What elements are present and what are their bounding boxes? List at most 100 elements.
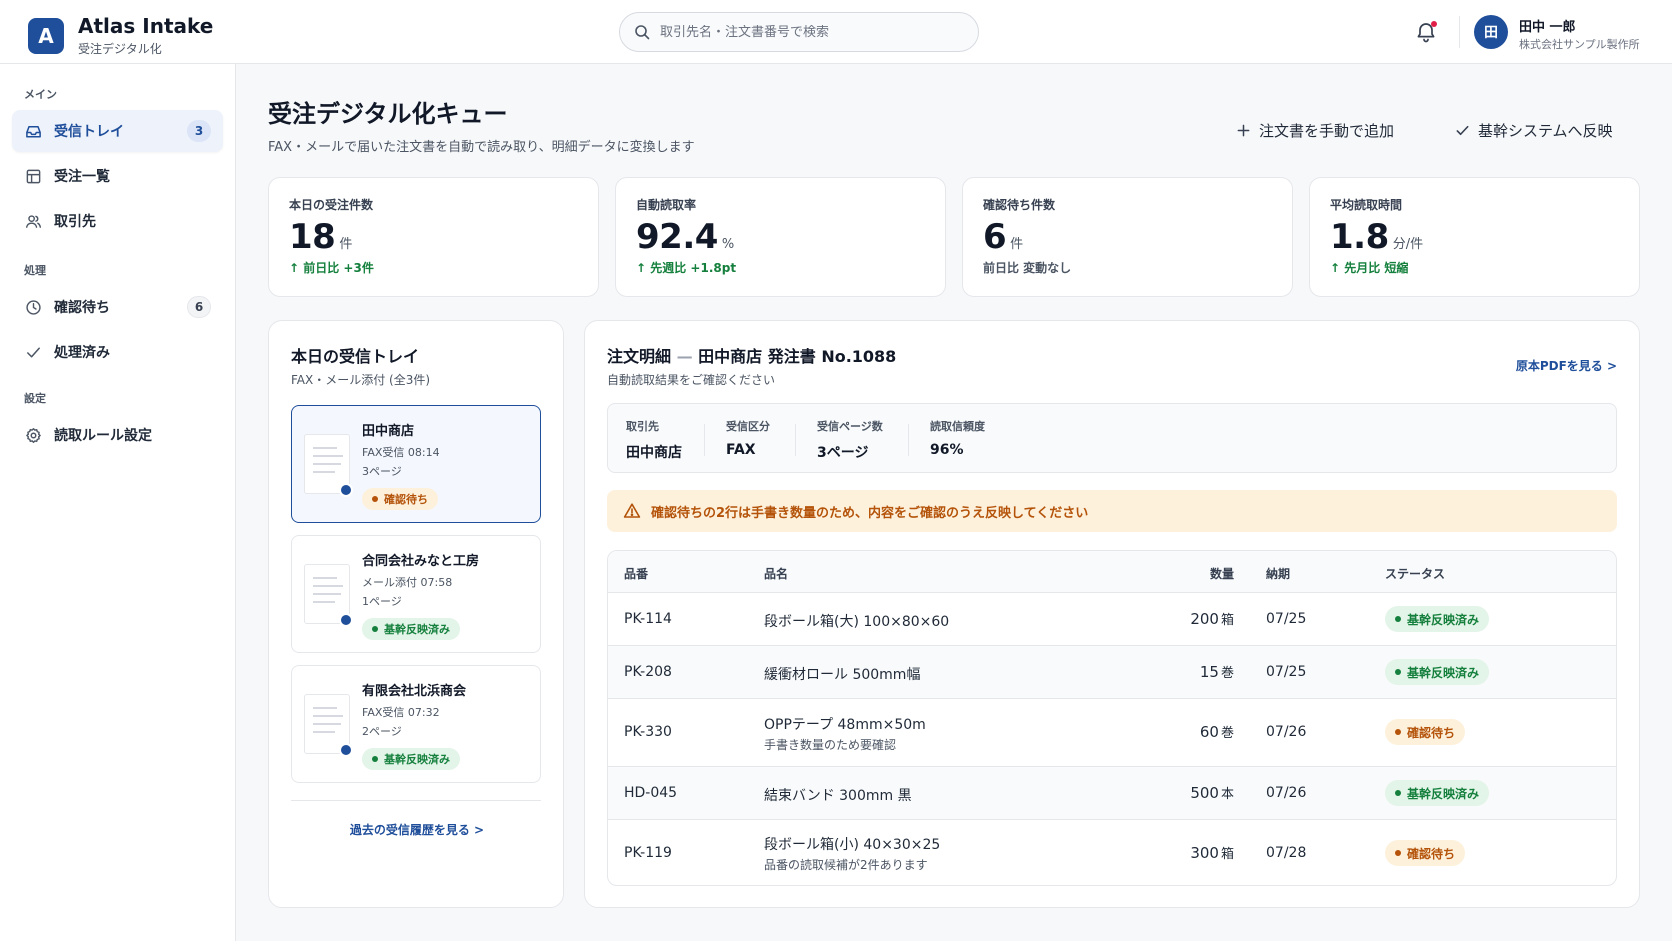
cell-name: 結束バンド 300mm 黒: [764, 788, 912, 804]
search-icon: [635, 25, 650, 40]
cell-due: 07/26: [1266, 724, 1307, 740]
inbox-source: メール添付 07:58: [362, 576, 453, 589]
inbox-sender: 合同会社みなと工房: [362, 554, 480, 569]
view-pdf-link[interactable]: 原本PDFを見る >: [1516, 357, 1617, 374]
sidebar-item-label: 受注一覧: [54, 169, 110, 185]
cell-name: 段ボール箱(小) 40×30×25 品番の読取候補が2件あります: [764, 837, 941, 872]
user-info[interactable]: 田中 一郎 株式会社サンプル製作所: [1519, 16, 1640, 52]
inbox-item[interactable]: 合同会社みなと工房 メール添付 07:58 1ページ 基幹反映済み: [291, 535, 541, 653]
cell-code: PK-119: [624, 845, 672, 861]
kpi-label: 確認待ち件数: [983, 198, 1056, 212]
sidebar-item-inbox[interactable]: 受信トレイ 3: [12, 110, 223, 152]
status-badge: 確認待ち: [1385, 840, 1466, 866]
sidebar-item-rules[interactable]: 読取ルール設定: [12, 414, 223, 456]
fax-icon: [339, 483, 353, 497]
nav-section-main: メイン: [24, 88, 57, 101]
cell-qty: 300 箱: [1190, 844, 1234, 862]
table-row[interactable]: PK-119 段ボール箱(小) 40×30×25 品番の読取候補が2件あります 3…: [608, 820, 1616, 885]
page-title: 受注デジタル化キュー: [268, 100, 508, 128]
cell-code: PK-330: [624, 724, 672, 740]
cell-due: 07/26: [1266, 785, 1307, 801]
summary-client: 取引先 田中商店: [626, 420, 682, 461]
brand[interactable]: A Atlas Intake 受注デジタル化: [28, 14, 213, 57]
status-badge: 基幹反映済み: [1385, 606, 1490, 632]
inbox-source: FAX受信 08:14: [362, 446, 440, 459]
kpi-unit: 分/件: [1392, 237, 1424, 252]
kpi-delta: ↑ 前日比 +3件: [289, 261, 374, 275]
cell-name: 緩衝材ロール 500mm幅: [764, 667, 921, 683]
sidebar-item-label: 処理済み: [54, 345, 110, 361]
check-icon: [27, 346, 40, 358]
kpi-delta: ↑ 先月比 短縮: [1330, 261, 1409, 275]
cell-qty: 500 本: [1190, 784, 1234, 802]
cell-due: 07/25: [1266, 611, 1307, 627]
inbox-pages: 2ページ: [362, 725, 402, 738]
search-input[interactable]: [660, 24, 960, 40]
table-row[interactable]: PK-330 OPPテープ 48mm×50m 手書き数量のため要確認 60 巻 07…: [608, 699, 1616, 767]
cell-code: PK-208: [624, 664, 672, 680]
summary-pages: 受信ページ数 3ページ: [817, 420, 883, 461]
inbox-title: 本日の受信トレイ: [291, 347, 420, 366]
status-badge: 確認待ち: [362, 488, 438, 510]
nav-section-process: 処理: [24, 264, 46, 277]
kpi-delta: 前日比 変動なし: [983, 261, 1072, 275]
sidebar-item-label: 取引先: [54, 214, 96, 230]
cell-due: 07/28: [1266, 845, 1307, 861]
kpi-value: 1.8: [1330, 217, 1389, 257]
sidebar-item-done[interactable]: 処理済み: [12, 331, 223, 373]
kpi-value: 18: [289, 217, 336, 257]
sidebar: メイン 受信トレイ 3 受注一覧 取引先 処理 確認待ち 6 処理済み 設定 読…: [0, 64, 236, 941]
col-due: 納期: [1266, 567, 1291, 581]
users-icon: [25, 214, 42, 228]
row-note: 品番の読取候補が2件あります: [764, 858, 928, 872]
sidebar-item-label: 受信トレイ: [54, 124, 124, 140]
notification-button[interactable]: [1414, 20, 1438, 44]
row-note: 手書き数量のため要確認: [764, 738, 897, 752]
avatar[interactable]: 田: [1474, 15, 1508, 49]
summary-confidence: 読取信頼度 96%: [930, 420, 985, 458]
inbox-item[interactable]: 田中商店 FAX受信 08:14 3ページ 確認待ち: [291, 405, 541, 523]
sync-erp-button[interactable]: 基幹システムへ反映: [1455, 120, 1613, 141]
kpi-card-auto-read-rate: 自動読取率 92.4% ↑ 先週比 +1.8pt: [615, 177, 946, 297]
col-name: 品名: [764, 567, 789, 581]
table-row[interactable]: PK-208 緩衝材ロール 500mm幅 15 巻 07/25 基幹反映済み: [608, 646, 1616, 699]
document-thumbnail: [304, 434, 353, 497]
col-qty: 数量: [1209, 567, 1234, 581]
detail-title: 注文明細 — 田中商店 発注書 No.1088: [607, 347, 897, 366]
top-bar: A Atlas Intake 受注デジタル化 田 田中 一郎 株式会社サンプル製…: [0, 0, 1672, 64]
order-lines-table: 品番 品名 数量 納期 ステータス PK-114 段ボール箱(大) 100×80…: [607, 550, 1617, 886]
status-badge: 基幹反映済み: [1385, 780, 1490, 806]
sidebar-item-pending[interactable]: 確認待ち 6: [12, 286, 223, 328]
gear-icon: [26, 427, 41, 443]
plus-icon: [1237, 124, 1250, 137]
add-order-label: 注文書を手動で追加: [1259, 122, 1395, 140]
kpi-value: 6: [983, 217, 1007, 257]
check-icon: [1456, 125, 1469, 136]
mail-icon: [339, 613, 353, 627]
search-box[interactable]: [619, 12, 979, 52]
status-badge: 基幹反映済み: [362, 618, 460, 640]
status-badge: 基幹反映済み: [362, 748, 460, 770]
table-row[interactable]: HD-045 結束バンド 300mm 黒 500 本 07/26 基幹反映済み: [608, 767, 1616, 820]
notification-dot: [1431, 21, 1437, 27]
kpi-card-orders: 本日の受注件数 18 件 ↑ 前日比 +3件: [268, 177, 599, 297]
sidebar-item-clients[interactable]: 取引先: [12, 200, 223, 242]
inbox-divider: [291, 800, 541, 801]
col-status: ステータス: [1385, 567, 1446, 581]
summary-channel: 受信区分 FAX: [726, 420, 770, 458]
inbox-item[interactable]: 有限会社北浜商会 FAX受信 07:32 2ページ 基幹反映済み: [291, 665, 541, 783]
user-org: 株式会社サンプル製作所: [1519, 38, 1640, 51]
warning-icon: [623, 503, 641, 518]
add-order-button[interactable]: 注文書を手動で追加: [1236, 120, 1394, 141]
table-row[interactable]: PK-114 段ボール箱(大) 100×80×60 200 箱 07/25 基幹反…: [608, 593, 1616, 646]
inbox-subtitle: FAX・メール添付 (全3件): [291, 373, 431, 387]
table-icon: [26, 169, 41, 183]
clock-icon: [26, 299, 41, 315]
cell-due: 07/25: [1266, 664, 1307, 680]
warning-text: 確認待ちの2行は手書き数量のため、内容をご確認のうえ反映してください: [651, 505, 1089, 521]
col-code: 品番: [624, 567, 649, 581]
cell-code: HD-045: [624, 785, 678, 801]
sidebar-item-orders[interactable]: 受注一覧: [12, 155, 223, 197]
pending-count-badge: 6: [187, 296, 211, 318]
history-link[interactable]: 過去の受信履歴を見る >: [269, 821, 565, 838]
